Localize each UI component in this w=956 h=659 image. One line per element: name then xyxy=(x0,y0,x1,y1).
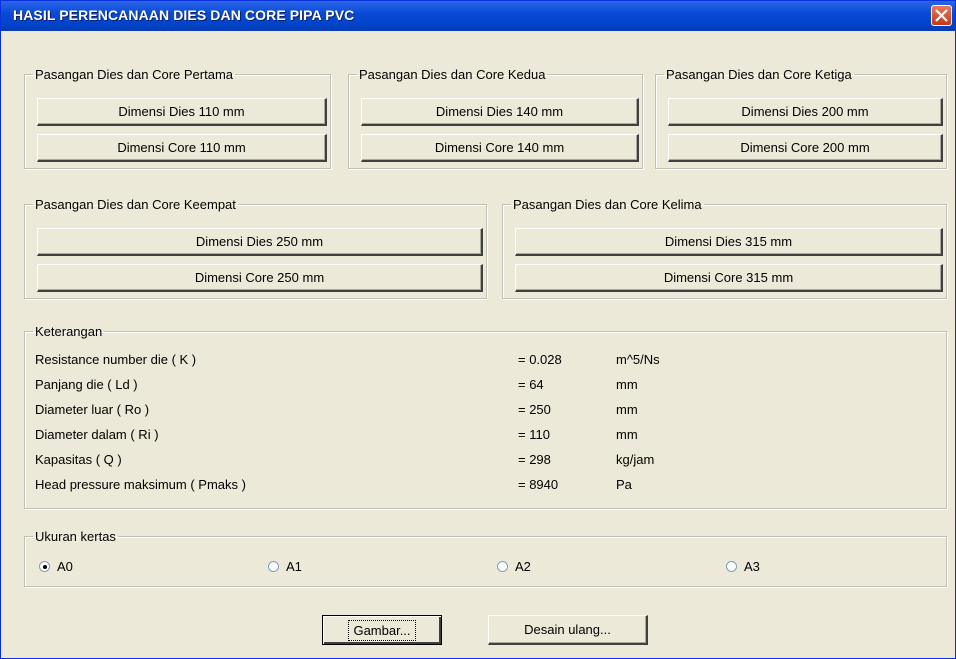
core-315-button[interactable]: Dimensi Core 315 mm xyxy=(515,264,943,292)
info-row: Head pressure maksimum ( Pmaks ) = 8940 … xyxy=(35,477,935,497)
group-ketiga: Pasangan Dies dan Core Ketiga Dimensi Di… xyxy=(655,67,947,169)
core-250-button[interactable]: Dimensi Core 250 mm xyxy=(37,264,483,292)
group-pertama: Pasangan Dies dan Core Pertama Dimensi D… xyxy=(24,67,331,169)
info-row: Kapasitas ( Q ) = 298 kg/jam xyxy=(35,452,935,472)
group-kedua: Pasangan Dies dan Core Kedua Dimensi Die… xyxy=(348,67,643,169)
info-row: Resistance number die ( K ) = 0.028 m^5/… xyxy=(35,352,935,372)
info-value: = 0.028 xyxy=(518,352,562,367)
info-unit: mm xyxy=(616,377,638,392)
paper-option-a0[interactable]: A0 xyxy=(39,558,99,576)
paper-option-a1[interactable]: A1 xyxy=(268,558,328,576)
info-unit: Pa xyxy=(616,477,632,492)
window-title: HASIL PERENCANAAN DIES DAN CORE PIPA PVC xyxy=(13,7,355,23)
core-140-button[interactable]: Dimensi Core 140 mm xyxy=(361,134,639,162)
info-value: = 110 xyxy=(518,427,550,442)
dialog-window: HASIL PERENCANAAN DIES DAN CORE PIPA PVC… xyxy=(0,0,956,659)
dies-315-button[interactable]: Dimensi Dies 315 mm xyxy=(515,228,943,256)
group-kelima: Pasangan Dies dan Core Kelima Dimensi Di… xyxy=(502,197,947,299)
info-label: Diameter dalam ( Ri ) xyxy=(35,427,159,442)
info-label: Resistance number die ( K ) xyxy=(35,352,197,367)
radio-icon[interactable] xyxy=(497,561,508,572)
info-unit: mm xyxy=(616,427,638,442)
info-label: Panjang die ( Ld ) xyxy=(35,377,138,392)
dialog-client-area: Pasangan Dies dan Core Pertama Dimensi D… xyxy=(5,31,951,656)
radio-icon[interactable] xyxy=(726,561,737,572)
info-unit: kg/jam xyxy=(616,452,655,467)
group-legend: Pasangan Dies dan Core Keempat xyxy=(35,197,236,212)
info-value: = 8940 xyxy=(518,477,559,492)
group-legend: Pasangan Dies dan Core Kedua xyxy=(359,67,546,82)
core-110-button[interactable]: Dimensi Core 110 mm xyxy=(37,134,327,162)
paper-option-a3[interactable]: A3 xyxy=(726,558,786,576)
radio-selected-icon[interactable] xyxy=(39,561,50,572)
info-unit: mm xyxy=(616,402,638,417)
group-legend: Pasangan Dies dan Core Pertama xyxy=(35,67,234,82)
gambar-button[interactable]: Gambar... xyxy=(322,615,442,645)
desain-ulang-button[interactable]: Desain ulang... xyxy=(488,615,648,645)
info-label: Kapasitas ( Q ) xyxy=(35,452,122,467)
info-value: = 250 xyxy=(518,402,551,417)
dies-110-button[interactable]: Dimensi Dies 110 mm xyxy=(37,98,327,126)
info-label: Diameter luar ( Ro ) xyxy=(35,402,150,417)
info-row: Diameter luar ( Ro ) = 250 mm xyxy=(35,402,935,422)
dies-250-button[interactable]: Dimensi Dies 250 mm xyxy=(37,228,483,256)
dies-200-button[interactable]: Dimensi Dies 200 mm xyxy=(668,98,943,126)
info-value: = 64 xyxy=(518,377,544,392)
group-legend: Pasangan Dies dan Core Ketiga xyxy=(666,67,852,82)
dies-140-button[interactable]: Dimensi Dies 140 mm xyxy=(361,98,639,126)
group-keempat: Pasangan Dies dan Core Keempat Dimensi D… xyxy=(24,197,487,299)
paper-size-group: Ukuran kertas A0 A1 A2 A3 xyxy=(24,529,947,587)
close-icon xyxy=(935,9,948,22)
info-row: Diameter dalam ( Ri ) = 110 mm xyxy=(35,427,935,447)
info-label: Head pressure maksimum ( Pmaks ) xyxy=(35,477,246,492)
info-value: = 298 xyxy=(518,452,551,467)
close-button[interactable] xyxy=(931,5,952,26)
info-row: Panjang die ( Ld ) = 64 mm xyxy=(35,377,935,397)
radio-icon[interactable] xyxy=(268,561,279,572)
paper-size-legend: Ukuran kertas xyxy=(35,529,116,544)
core-200-button[interactable]: Dimensi Core 200 mm xyxy=(668,134,943,162)
info-unit: m^5/Ns xyxy=(616,352,660,367)
group-legend: Pasangan Dies dan Core Kelima xyxy=(513,197,702,212)
title-bar[interactable]: HASIL PERENCANAAN DIES DAN CORE PIPA PVC xyxy=(1,1,955,31)
keterangan-legend: Keterangan xyxy=(35,324,103,339)
keterangan-group: Keterangan Resistance number die ( K ) =… xyxy=(24,324,947,509)
paper-option-a2[interactable]: A2 xyxy=(497,558,557,576)
